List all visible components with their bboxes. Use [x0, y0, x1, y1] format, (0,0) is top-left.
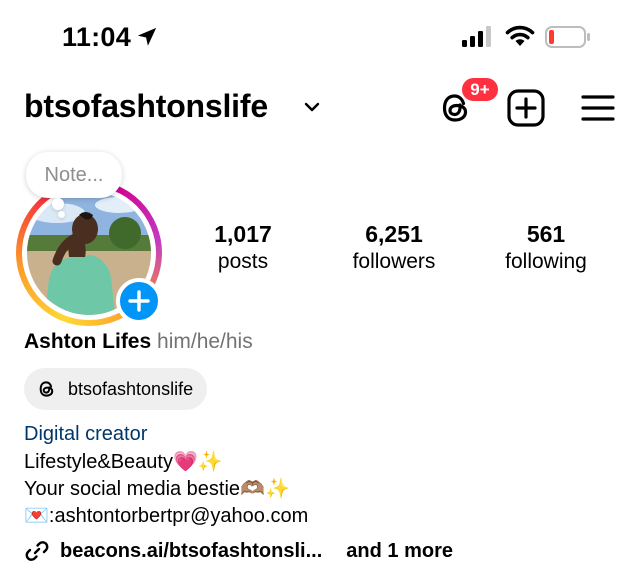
link-icon: [25, 541, 49, 561]
threads-profile-chip[interactable]: btsofashtonslife: [24, 368, 208, 410]
add-story-button[interactable]: [116, 278, 162, 324]
pronouns: him/he/his: [157, 330, 253, 353]
bio-line: Your social media bestie🫶🏽✨: [24, 478, 290, 500]
stat-followers[interactable]: 6,251 followers: [319, 220, 469, 276]
stat-label: followers: [352, 250, 436, 273]
stat-following[interactable]: 561 following: [471, 220, 621, 276]
bio-line: Lifestyle&Beauty💗✨: [24, 451, 223, 473]
cellular-signal-icon: [462, 26, 491, 47]
plus-icon: [128, 290, 150, 312]
menu-icon[interactable]: [580, 92, 616, 124]
notification-badge: 9+: [460, 76, 500, 103]
location-arrow-icon: [137, 27, 157, 46]
stat-value: 1,017: [214, 221, 272, 247]
stat-posts[interactable]: 1,017 posts: [168, 220, 318, 276]
note-bubble-tail: [52, 198, 64, 210]
stat-value: 561: [526, 221, 566, 247]
bio-email-line[interactable]: 💌:ashtontorbertpr@yahoo.com: [24, 503, 308, 530]
battery-icon: [545, 26, 590, 48]
profile-username[interactable]: btsofashtonslife: [24, 88, 268, 125]
stat-label: following: [505, 250, 587, 273]
stat-label: posts: [217, 250, 269, 273]
threads-icon: [39, 381, 54, 397]
create-post-icon[interactable]: [506, 88, 546, 128]
profile-link[interactable]: beacons.ai/btsofashtonsli...: [60, 540, 322, 563]
chevron-down-icon[interactable]: [303, 100, 321, 114]
profile-category: Digital creator: [24, 423, 148, 445]
more-links-button[interactable]: and 1 more: [346, 540, 453, 563]
profile-links[interactable]: beacons.ai/btsofashtonsli... and 1 more: [24, 538, 453, 564]
status-time: 11:04: [62, 22, 132, 52]
wifi-icon: [505, 25, 535, 46]
note-bubble-tail-small: [58, 211, 65, 218]
stat-value: 6,251: [365, 221, 423, 247]
name-line: Ashton Lifes him/he/his: [24, 330, 253, 354]
display-name: Ashton Lifes: [24, 330, 152, 353]
note-bubble[interactable]: Note...: [26, 152, 122, 198]
threads-handle: btsofashtonslife: [68, 378, 194, 399]
